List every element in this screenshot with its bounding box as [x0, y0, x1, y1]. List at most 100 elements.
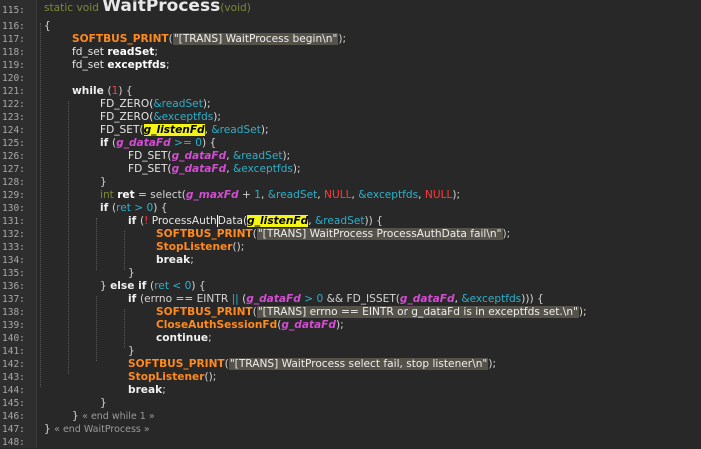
code-line[interactable]: 131: if (! ProcessAuthData(g_listenFd, &r… — [0, 215, 701, 228]
code-text: { — [44, 20, 51, 33]
code-line[interactable]: 138: SOFTBUS_PRINT("[TRANS] errno == EINT… — [0, 306, 701, 319]
code-token: if — [128, 293, 140, 305]
code-token: ); — [338, 33, 347, 45]
line-number: 144: — [2, 385, 25, 396]
code-text: CloseAuthSessionFd(g_dataFd); — [156, 319, 344, 332]
code-line[interactable]: 145:} — [0, 397, 701, 410]
code-token: StopListener — [128, 371, 205, 383]
code-token: } — [100, 397, 107, 409]
code-line[interactable]: 127: FD_SET(g_dataFd, &exceptfds); — [0, 163, 701, 176]
code-line[interactable]: 140: continue; — [0, 332, 701, 345]
line-number: 124: — [2, 125, 25, 136]
line-number: 117: — [2, 34, 25, 45]
code-line[interactable]: 143: StopListener(); — [0, 371, 701, 384]
code-token: + — [238, 189, 255, 201]
code-line[interactable]: 124: FD_SET(g_listenFd, &readSet); — [0, 124, 701, 137]
code-line[interactable]: 134: break; — [0, 254, 701, 267]
code-line[interactable]: 115: static void WaitProcess(void) — [0, 0, 701, 17]
code-token: ); — [502, 228, 511, 240]
line-number: 147: — [2, 424, 25, 435]
code-line[interactable]: 118: fd_set readSet; — [0, 46, 701, 59]
code-text: } — [100, 397, 107, 410]
code-text: FD_ZERO(&exceptfds); — [100, 111, 221, 124]
code-text: int ret = select(g_maxFd + 1, &readSet, … — [100, 189, 460, 202]
code-token: int — [100, 189, 118, 201]
code-token: « end WaitProcess » — [54, 424, 150, 435]
code-token: { — [44, 20, 51, 32]
code-token: FD_SET( — [128, 163, 172, 175]
code-token: "[TRANS] errno == EINTR or g_dataFd is i… — [256, 306, 579, 318]
code-token: ) { — [153, 202, 168, 214]
code-token: "[TRANS] WaitProcess begin\n" — [172, 33, 339, 45]
code-line[interactable]: 135:} — [0, 267, 701, 280]
code-line[interactable]: 129: int ret = select(g_maxFd + 1, &readS… — [0, 189, 701, 202]
code-text: if (! ProcessAuthData(g_listenFd, &readS… — [128, 215, 383, 228]
code-token: ); — [336, 319, 344, 331]
code-token: , — [418, 189, 425, 201]
code-token: StopListener — [156, 241, 233, 253]
code-line[interactable]: 123: FD_ZERO(&exceptfds); — [0, 111, 701, 124]
code-token: (); — [232, 241, 245, 253]
code-token: ret < 0 — [154, 280, 192, 292]
indent-guide — [124, 309, 125, 348]
code-line[interactable]: 141:} — [0, 345, 701, 358]
line-number: 134: — [2, 255, 25, 266]
code-text: FD_SET(g_listenFd, &readSet); — [100, 124, 269, 137]
code-token: ); — [578, 306, 587, 318]
code-text: break; — [128, 384, 166, 397]
code-line[interactable]: 142: SOFTBUS_PRINT("[TRANS] WaitProcess s… — [0, 358, 701, 371]
code-line[interactable]: 139: CloseAuthSessionFd(g_dataFd); — [0, 319, 701, 332]
code-token: g_maxFd — [185, 189, 239, 201]
code-line[interactable]: 137: if (errno == EINTR || (g_dataFd > 0 … — [0, 293, 701, 306]
code-line[interactable]: 144: break; — [0, 384, 701, 397]
code-line[interactable]: 121: while (1) { — [0, 85, 701, 98]
code-line[interactable]: 119: fd_set exceptfds; — [0, 59, 701, 72]
line-number: 123: — [2, 112, 25, 123]
code-token: } — [44, 423, 55, 435]
line-number: 122: — [2, 99, 25, 110]
line-number: 139: — [2, 320, 25, 331]
code-line[interactable]: 125: if (g_dataFd >= 0) { — [0, 137, 701, 150]
code-line[interactable]: 122: FD_ZERO(&readSet); — [0, 98, 701, 111]
code-token: } — [128, 345, 135, 357]
code-token: ; — [190, 254, 194, 266]
code-line[interactable]: 128:} — [0, 176, 701, 189]
code-line[interactable]: 148: — [0, 436, 701, 449]
code-line[interactable]: 116: { — [0, 20, 701, 33]
line-number: 116: — [2, 21, 25, 32]
code-token: (); — [204, 371, 217, 383]
code-token: (errno == EINTR — [139, 293, 232, 305]
code-line[interactable]: 147:} « end WaitProcess » — [0, 423, 701, 436]
code-token: , — [308, 215, 315, 227]
code-token: fd_set — [72, 59, 108, 71]
code-line[interactable]: 146:} « end while 1 » — [0, 410, 701, 423]
code-editor[interactable]: 115: static void WaitProcess(void) 116: {11… — [0, 0, 701, 448]
code-token: , — [226, 150, 233, 162]
code-line[interactable]: 132: SOFTBUS_PRINT("[TRANS] WaitProcess P… — [0, 228, 701, 241]
code-line[interactable]: 117: SOFTBUS_PRINT("[TRANS] WaitProcess b… — [0, 33, 701, 46]
code-text: while (1) { — [72, 85, 133, 98]
code-token: &readSet — [232, 150, 283, 162]
code-line[interactable]: 136:} else if (ret < 0) { — [0, 280, 701, 293]
code-line[interactable]: 133: StopListener(); — [0, 241, 701, 254]
code-token: )) { — [364, 215, 383, 227]
line-number: 132: — [2, 229, 25, 240]
code-token: ; — [208, 332, 212, 344]
code-token: ret > 0 — [116, 202, 154, 214]
code-token: while — [72, 85, 108, 97]
code-token: } — [72, 410, 83, 422]
code-token: if — [100, 137, 112, 149]
code-line[interactable]: 130: if (ret > 0) { — [0, 202, 701, 215]
line-number: 125: — [2, 138, 25, 149]
code-token: &readSet — [314, 215, 365, 227]
code-line[interactable]: 120: — [0, 72, 701, 85]
code-token: ProcessAuth — [151, 215, 217, 227]
code-token: exceptfds — [107, 59, 166, 71]
code-text: fd_set exceptfds; — [72, 59, 170, 72]
code-token: ; — [162, 384, 166, 396]
code-text: StopListener(); — [128, 371, 216, 384]
code-token: readSet — [107, 46, 155, 58]
code-token: g_listenFd — [247, 215, 309, 227]
code-text: } « end while 1 » — [72, 410, 155, 423]
code-line[interactable]: 126: FD_SET(g_dataFd, &readSet); — [0, 150, 701, 163]
